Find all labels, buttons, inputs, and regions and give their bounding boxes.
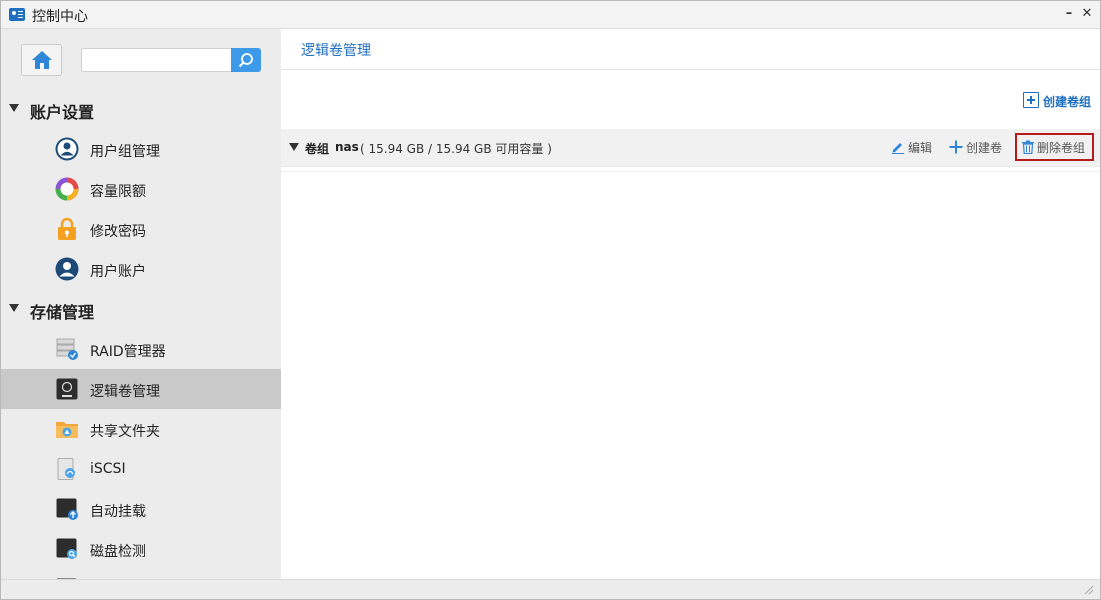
sidebar-item-user-account[interactable]: 用户账户 <box>1 249 281 289</box>
home-icon <box>32 51 52 69</box>
quota-pie-icon <box>55 177 79 201</box>
sidebar-item-quota[interactable]: 容量限额 <box>1 169 281 209</box>
sidebar-item-label: 逻辑卷管理 <box>90 384 160 400</box>
group-storage-management[interactable]: 存储管理 <box>1 295 281 325</box>
minimize-button[interactable]: – <box>1061 5 1077 23</box>
edit-label: 编辑 <box>908 141 933 155</box>
volume-group-name: nas <box>335 140 359 154</box>
title-bar: 控制中心 – ✕ <box>1 1 1100 29</box>
raid-icon <box>56 338 78 360</box>
group-label: 存储管理 <box>30 303 95 322</box>
group-account-settings[interactable]: 账户设置 <box>1 95 281 125</box>
search-icon <box>238 53 253 68</box>
home-button[interactable] <box>21 44 62 76</box>
auto-mount-icon <box>56 498 78 520</box>
sidebar-item-label: 容量限额 <box>90 184 146 200</box>
sidebar-item-label: 磁盘检测 <box>90 544 146 560</box>
sidebar-item-label: 修改密码 <box>90 224 146 240</box>
pencil-icon <box>892 143 904 154</box>
delete-volume-group-button[interactable]: 删除卷组 <box>1015 133 1094 161</box>
volume-group-label: 卷组 <box>305 142 330 156</box>
plus-icon <box>949 140 963 154</box>
main-panel: 逻辑卷管理 创建卷组 卷组 nas ( 15.94 GB / 15.94 GB … <box>281 29 1100 579</box>
plus-box-icon <box>1023 92 1039 108</box>
create-volume-label: 创建卷 <box>966 141 1003 155</box>
sidebar-item-lvm[interactable]: 逻辑卷管理 <box>1 369 281 409</box>
status-bar <box>1 579 1100 599</box>
shared-folder-icon <box>56 422 78 438</box>
user-account-icon <box>55 257 79 281</box>
lvm-icon <box>56 378 78 400</box>
control-center-app-icon <box>9 8 25 21</box>
sidebar-item-disk-check[interactable]: 磁盘检测 <box>1 529 281 569</box>
sidebar: 账户设置 用户组管理 容量限额 修改密码 用户账户 存储管理 RAID管理器 逻… <box>1 29 281 579</box>
collapse-triangle-icon <box>9 304 19 312</box>
sidebar-item-label: 自动挂载 <box>90 504 146 520</box>
iscsi-icon <box>57 458 75 480</box>
group-label: 账户设置 <box>30 103 95 122</box>
sidebar-item-shared-folder[interactable]: 共享文件夹 <box>1 409 281 449</box>
delete-volume-group-label: 删除卷组 <box>1037 141 1086 155</box>
sidebar-item-label: RAID管理器 <box>90 344 166 360</box>
lock-icon <box>58 217 76 240</box>
collapse-triangle-icon <box>9 104 19 112</box>
sidebar-item-raid-manager[interactable]: RAID管理器 <box>1 329 281 369</box>
sidebar-item-label: 共享文件夹 <box>90 424 160 440</box>
volume-group-capacity: ( 15.94 GB / 15.94 GB 可用容量 ) <box>360 142 552 156</box>
create-volume-button[interactable]: 创建卷 <box>949 139 1009 157</box>
volume-group-row[interactable]: 卷组 nas ( 15.94 GB / 15.94 GB 可用容量 ) 编辑 创… <box>281 129 1100 167</box>
sidebar-item-label: iSCSI <box>90 461 126 477</box>
resize-grip-icon[interactable] <box>1084 585 1094 595</box>
search-button[interactable] <box>231 48 261 72</box>
expand-triangle-icon[interactable] <box>289 143 299 151</box>
sidebar-item-auto-mount[interactable]: 自动挂载 <box>1 489 281 529</box>
sidebar-item-change-password[interactable]: 修改密码 <box>1 209 281 249</box>
search-input[interactable] <box>81 48 231 72</box>
close-button[interactable]: ✕ <box>1079 5 1095 23</box>
user-group-icon <box>55 137 79 161</box>
edit-button[interactable]: 编辑 <box>891 139 936 157</box>
disk-check-icon <box>56 538 77 559</box>
trash-icon <box>1022 140 1034 154</box>
sidebar-item-user-group[interactable]: 用户组管理 <box>1 129 281 169</box>
sidebar-item-label: 用户组管理 <box>90 144 160 160</box>
control-center-window: 控制中心 – ✕ 账户设置 用户组管理 容量限额 修改密码 用户账户 存储管理 … <box>0 0 1101 600</box>
main-header: 逻辑卷管理 <box>281 29 1100 70</box>
window-title: 控制中心 <box>32 9 88 25</box>
divider <box>281 171 1100 172</box>
sidebar-item-label: 用户账户 <box>90 264 146 280</box>
sidebar-item-partial[interactable] <box>1 569 281 579</box>
create-volume-group-label: 创建卷组 <box>1043 95 1092 109</box>
sidebar-item-iscsi[interactable]: iSCSI <box>1 449 281 489</box>
page-title: 逻辑卷管理 <box>301 43 371 59</box>
